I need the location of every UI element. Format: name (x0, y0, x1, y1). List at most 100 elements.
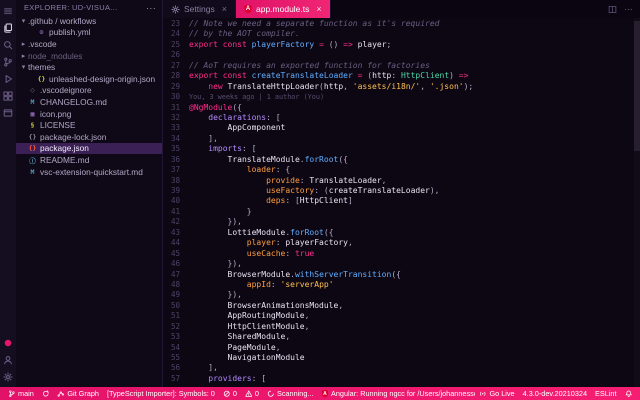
activity-extensions-button[interactable] (0, 87, 16, 104)
tree-item-publish.yml[interactable]: ⚙ publish.yml (16, 27, 162, 39)
status-scanning[interactable]: Scanning... (263, 389, 318, 398)
line-number: 39 (170, 186, 180, 195)
activity-debug-button[interactable] (0, 70, 16, 87)
scrollbar-thumb[interactable] (634, 21, 640, 151)
spinner-icon (267, 390, 274, 397)
angular-icon: A (321, 389, 329, 398)
tree-item-README.md[interactable]: ⓘ README.md (16, 154, 162, 166)
editor-scrollbar[interactable] (634, 18, 640, 387)
status-ts-importer[interactable]: [TypeScript Importer]: Symbols: 0 (103, 389, 219, 398)
tree-item-vsc-extension-quickstart.md[interactable]: Mvsc-extension-quickstart.md (16, 166, 162, 178)
status-problems-errors[interactable]: 0 (219, 389, 241, 398)
tab-label: app.module.ts (255, 4, 310, 14)
editor-actions (331, 0, 640, 18)
tree-item-label: vsc-extension-quickstart.md (40, 166, 143, 177)
tab-app.module.ts[interactable]: Aapp.module.ts × (235, 0, 331, 18)
status-typescript-version[interactable]: 4.3.0-dev.20210324 (519, 389, 591, 398)
more-icon[interactable] (624, 5, 633, 14)
code-line-29[interactable]: 29 new TranslateHttpLoader(http, 'assets… (163, 82, 640, 92)
code-line-36[interactable]: 36 TranslateModule. forRoot({ (163, 155, 640, 165)
tree-item-themes[interactable]: ▾ themes (16, 61, 162, 73)
code-line-39[interactable]: 39 useFactory: (createTranslateLoader), (163, 186, 640, 196)
tab-Settings[interactable]: Settings × (163, 0, 236, 18)
activity-gear-button[interactable] (0, 368, 16, 385)
status-angular-ngcc[interactable]: A Angular: Running ngcc for /Users/johann… (317, 389, 475, 398)
status-item-label: ESLint (595, 389, 617, 398)
tree-item-.vscodeignore[interactable]: ◌ .vscodeignore (16, 85, 162, 97)
activity-account-button[interactable] (0, 351, 16, 368)
activity-circle-button[interactable] (0, 334, 16, 351)
status-item-label: Angular: Running ngcc for /Users/johanne… (330, 389, 475, 398)
code-line-51[interactable]: 51 AppRoutingModule, (163, 311, 640, 321)
code-line-24[interactable]: 24// by the AOT compiler. (163, 29, 640, 39)
broadcast-icon (480, 391, 486, 396)
code-line-23[interactable]: 23// Note we need a separate function as… (163, 19, 640, 29)
status-problems-warnings[interactable]: 0 (241, 389, 263, 398)
status-go-live[interactable]: Go Live (475, 389, 518, 398)
code-line-34[interactable]: 34 ], (163, 134, 640, 144)
tree-item-node_modules[interactable]: ▸ node_modules (16, 50, 162, 62)
tree-item-package-lock.json[interactable]: {} package-lock.json (16, 131, 162, 143)
close-icon[interactable]: × (222, 4, 227, 14)
code-line-42[interactable]: 42 }), (163, 217, 640, 227)
tree-item-CHANGELOG.md[interactable]: M CHANGELOG.md (16, 96, 162, 108)
code-line-46[interactable]: 46 }), (163, 259, 640, 269)
code-line-55[interactable]: 55 NavigationModule (163, 353, 640, 363)
code-line-28[interactable]: 28 export const createTranslateLoader = (… (163, 71, 640, 81)
code-line-52[interactable]: 52 HttpClientModule, (163, 322, 640, 332)
code-line-33[interactable]: 33 AppComponent (163, 123, 640, 133)
split-icon[interactable] (608, 5, 617, 14)
code-line-26[interactable]: 26 (163, 50, 640, 60)
code-line-44[interactable]: 44 player: playerFactory, (163, 238, 640, 248)
line-number: 41 (170, 206, 180, 216)
explorer-actions-icon[interactable]: ··· (146, 3, 156, 13)
status-bar: main Git Graph [TypeScript Importer]: Symb… (0, 387, 640, 400)
code-line-53[interactable]: 53 SharedModule, (163, 332, 640, 342)
code-line-48[interactable]: 48 appId: 'serverApp' (163, 280, 640, 290)
json-icon: {} (28, 132, 37, 141)
status-branch[interactable]: main (4, 389, 38, 398)
code-line-50[interactable]: 50 BrowserAnimationsModule, (163, 301, 640, 311)
code-line-32[interactable]: 32 declarations: [ (163, 113, 640, 123)
code-line-57[interactable]: 57 providers: [ (163, 374, 640, 384)
tree-item-.vscode[interactable]: ▸ .vscode (16, 38, 162, 50)
activity-window-button[interactable] (0, 104, 16, 121)
line-number: 49 (170, 290, 180, 300)
status-git-graph[interactable]: Git Graph (53, 389, 103, 398)
status-notifications[interactable] (621, 390, 637, 398)
activity-source-control-button[interactable] (0, 53, 16, 70)
code-line-45[interactable]: 45 useCache: true (163, 249, 640, 259)
line-number: 32 (170, 112, 180, 122)
code-line-43[interactable]: 43 LottieModule. forRoot({ (163, 228, 640, 238)
tree-item-icon.png[interactable]: ▦ icon.png (16, 108, 162, 120)
code-line-31[interactable]: 31 @NgModule({ (163, 103, 640, 113)
code-line-37[interactable]: 37 loader: { (163, 165, 640, 175)
code-line-25[interactable]: 25 export const playerFactory = () => pla… (163, 40, 640, 50)
close-icon[interactable]: × (316, 4, 321, 14)
tree-item-.github / workflows[interactable]: ▾ .github / workflows (16, 15, 162, 27)
status-sync[interactable] (38, 390, 54, 398)
activity-search-button[interactable] (0, 36, 16, 53)
code-line-35[interactable]: 35 imports: [ (163, 144, 640, 154)
info-icon: ⓘ (29, 156, 36, 165)
tree-item-unleashed-design-origin.json[interactable]: {} unleashed-design-origin.json (16, 73, 162, 85)
code-line-56[interactable]: 56 ], (163, 363, 640, 373)
line-number: 34 (170, 133, 180, 143)
tree-item-label: publish.yml (49, 27, 91, 38)
status-eslint[interactable]: ESLint (591, 389, 621, 398)
tree-item-package.json[interactable]: {} package.json (16, 142, 162, 155)
line-number: 28 (170, 71, 180, 81)
code-line-47[interactable]: 47 BrowserModule. withServerTransition({ (163, 270, 640, 280)
code-line-38[interactable]: 38 provide: TranslateLoader, (163, 176, 640, 186)
code-line-49[interactable]: 49 }), (163, 290, 640, 300)
activity-menu-button[interactable] (0, 2, 16, 19)
code-line-30[interactable]: 30 You, 3 weeks ago | 1 author (You) (163, 92, 640, 102)
code-area[interactable]: 23// Note we need a separate function as… (163, 18, 640, 387)
code-line-27[interactable]: 27// AoT requires an exported function f… (163, 61, 640, 71)
tree-item-LICENSE[interactable]: § LICENSE (16, 119, 162, 131)
file-tree: ▾ .github / workflows ⚙ publish.yml ▸ .vscode… (16, 15, 162, 387)
activity-files-button[interactable] (0, 19, 16, 36)
code-line-40[interactable]: 40 deps: [HttpClient] (163, 196, 640, 206)
code-line-41[interactable]: 41 } (163, 207, 640, 217)
code-line-54[interactable]: 54 PageModule, (163, 343, 640, 353)
